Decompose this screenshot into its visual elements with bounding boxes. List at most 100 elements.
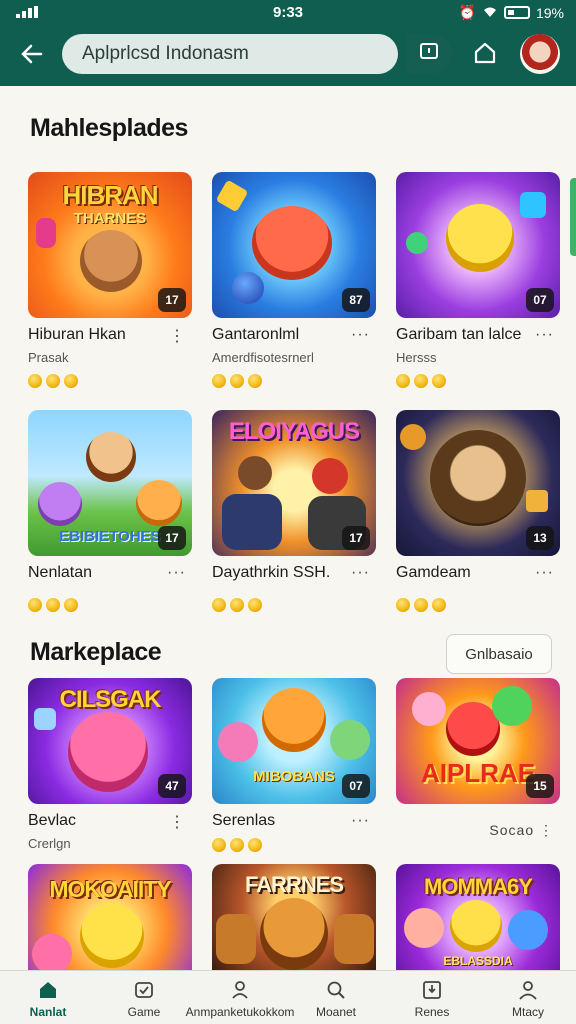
top-app-bar: 9:33 ⏰ 19% Aplprlcsd Indonasm [0,0,576,86]
section-title-1: Mahlesplades [30,114,188,142]
game-thumbnail: MOMMA6Y EBLASSDIA [396,864,560,970]
battery-icon [503,6,530,19]
rating-coins [212,374,376,388]
coin-icon [414,374,428,388]
coin-icon [28,598,42,612]
app-root: 9:33 ⏰ 19% Aplprlcsd Indonasm Mahlesplad… [0,0,576,1024]
card-badge: 15 [526,774,554,798]
home-icon [36,978,60,1002]
status-bar: 9:33 ⏰ 19% [0,0,576,26]
people-icon [228,978,252,1002]
card-badge: 13 [526,526,554,550]
game-subtitle: Prasak [28,350,69,365]
game-title: Hiburan Hkan [28,326,126,343]
game-card[interactable]: FARRNES [212,864,376,970]
coin-icon [230,838,244,852]
coin-icon [46,374,60,388]
back-icon [19,43,45,70]
game-card[interactable]: 87 Gantaronlml ··· Amerdfisotesrnerl [212,172,376,388]
coin-icon [248,374,262,388]
rating-coins [396,598,560,612]
more-options-button[interactable]: ⋮ [169,326,186,346]
user-icon [516,978,540,1002]
game-thumbnail: CILSGAK 47 [28,678,192,804]
more-options-button[interactable]: ··· [351,326,370,344]
search-text: Aplprlcsd Indonasm [82,43,249,64]
card-badge: 17 [342,526,370,550]
coin-icon [64,598,78,612]
game-card[interactable]: EBIBIETOHES 17 Nenlatan ··· [28,410,192,612]
game-thumbnail: AIPLRAE 15 [396,678,560,804]
game-card[interactable]: 13 Gamdeam ··· [396,410,560,612]
home-button[interactable] [468,38,502,72]
card-badge: 87 [342,288,370,312]
card-badge: 07 [526,288,554,312]
nav-label: Moanet [315,1004,357,1019]
game-thumbnail: ELOIYAGUS 17 [212,410,376,556]
coin-icon [64,374,78,388]
rating-coins [396,374,560,388]
nav-item-community[interactable]: Anmpanketukokkom [186,971,294,1024]
more-options-button[interactable]: ··· [535,564,554,582]
more-options-button[interactable]: ⋮ [169,812,186,832]
game-card[interactable]: ELOIYAGUS 17 Dayathrkin SSH. ··· [212,410,376,612]
section-action-button[interactable]: Gnlbasaio [446,634,552,674]
more-options-button[interactable]: Socao ⋮ [489,822,554,839]
game-card[interactable]: MOMMA6Y EBLASSDIA [396,864,560,970]
game-card[interactable]: CILSGAK 47 Bevlac ⋮ Crerlgn [28,678,192,854]
game-thumbnail: MOKOAIITY [28,864,192,970]
art-title: MOMMA6Y [424,874,533,899]
game-subtitle: Crerlgn [28,836,71,851]
nav-item-profile[interactable]: Mtacy [480,971,576,1024]
rating-coins [212,838,376,852]
nav-label: Game [127,1004,161,1019]
coin-icon [212,838,226,852]
game-thumbnail: FARRNES [212,864,376,970]
rating-coins [212,598,376,612]
coin-icon [230,374,244,388]
alarm-icon: ⏰ [458,4,476,20]
more-options-button[interactable]: ··· [167,564,186,582]
coin-icon [212,598,226,612]
game-card[interactable]: 07 Garibam tan lalce ··· Hersss [396,172,560,388]
chat-button[interactable] [406,34,452,74]
game-subtitle: Hersss [396,350,437,365]
game-card[interactable]: MOKOAIITY [28,864,192,970]
game-thumbnail: MIBOBANS 07 [212,678,376,804]
rating-coins [28,598,192,612]
battery-percent: 19% [535,4,564,21]
coin-icon [432,598,446,612]
more-options-button[interactable]: ··· [351,564,370,582]
more-options-button[interactable]: ··· [535,326,554,344]
game-card[interactable]: AIPLRAE 15 Socao ⋮ [396,678,560,846]
game-thumbnail: 13 [396,410,560,556]
game-card[interactable]: HIBRAN THARNES 17 Hiburan Hkan ⋮ Prasak [28,172,192,388]
coin-icon [46,598,60,612]
more-options-button[interactable]: ··· [351,812,370,830]
home-icon [472,40,498,71]
card-badge: 17 [158,288,186,312]
coin-icon [396,374,410,388]
search-input[interactable]: Aplprlcsd Indonasm [62,34,398,74]
card-badge: 17 [158,526,186,550]
nav-item-game[interactable]: Game [96,971,192,1024]
nav-item-search[interactable]: Moanet [288,971,384,1024]
nav-item-home[interactable]: Nanlat [0,971,96,1024]
coin-icon [248,598,262,612]
chat-icon [418,41,440,68]
game-card[interactable]: MIBOBANS 07 Serenlas ··· [212,678,376,852]
nav-label: Renes [414,1004,450,1019]
avatar[interactable] [520,34,560,74]
nav-item-downloads[interactable]: Renes [384,971,480,1024]
download-icon [420,978,444,1002]
nav-label: Mtacy [511,1004,544,1019]
coin-icon [230,598,244,612]
bottom-navigation: Nanlat Game Anmpanketukokkom Moanet Rene… [0,970,576,1024]
coin-icon [248,838,262,852]
wifi-icon [482,5,498,21]
coin-icon [212,374,226,388]
back-button[interactable] [16,40,48,72]
coin-icon [396,598,410,612]
rating-coins [28,374,192,388]
coin-icon [414,598,428,612]
